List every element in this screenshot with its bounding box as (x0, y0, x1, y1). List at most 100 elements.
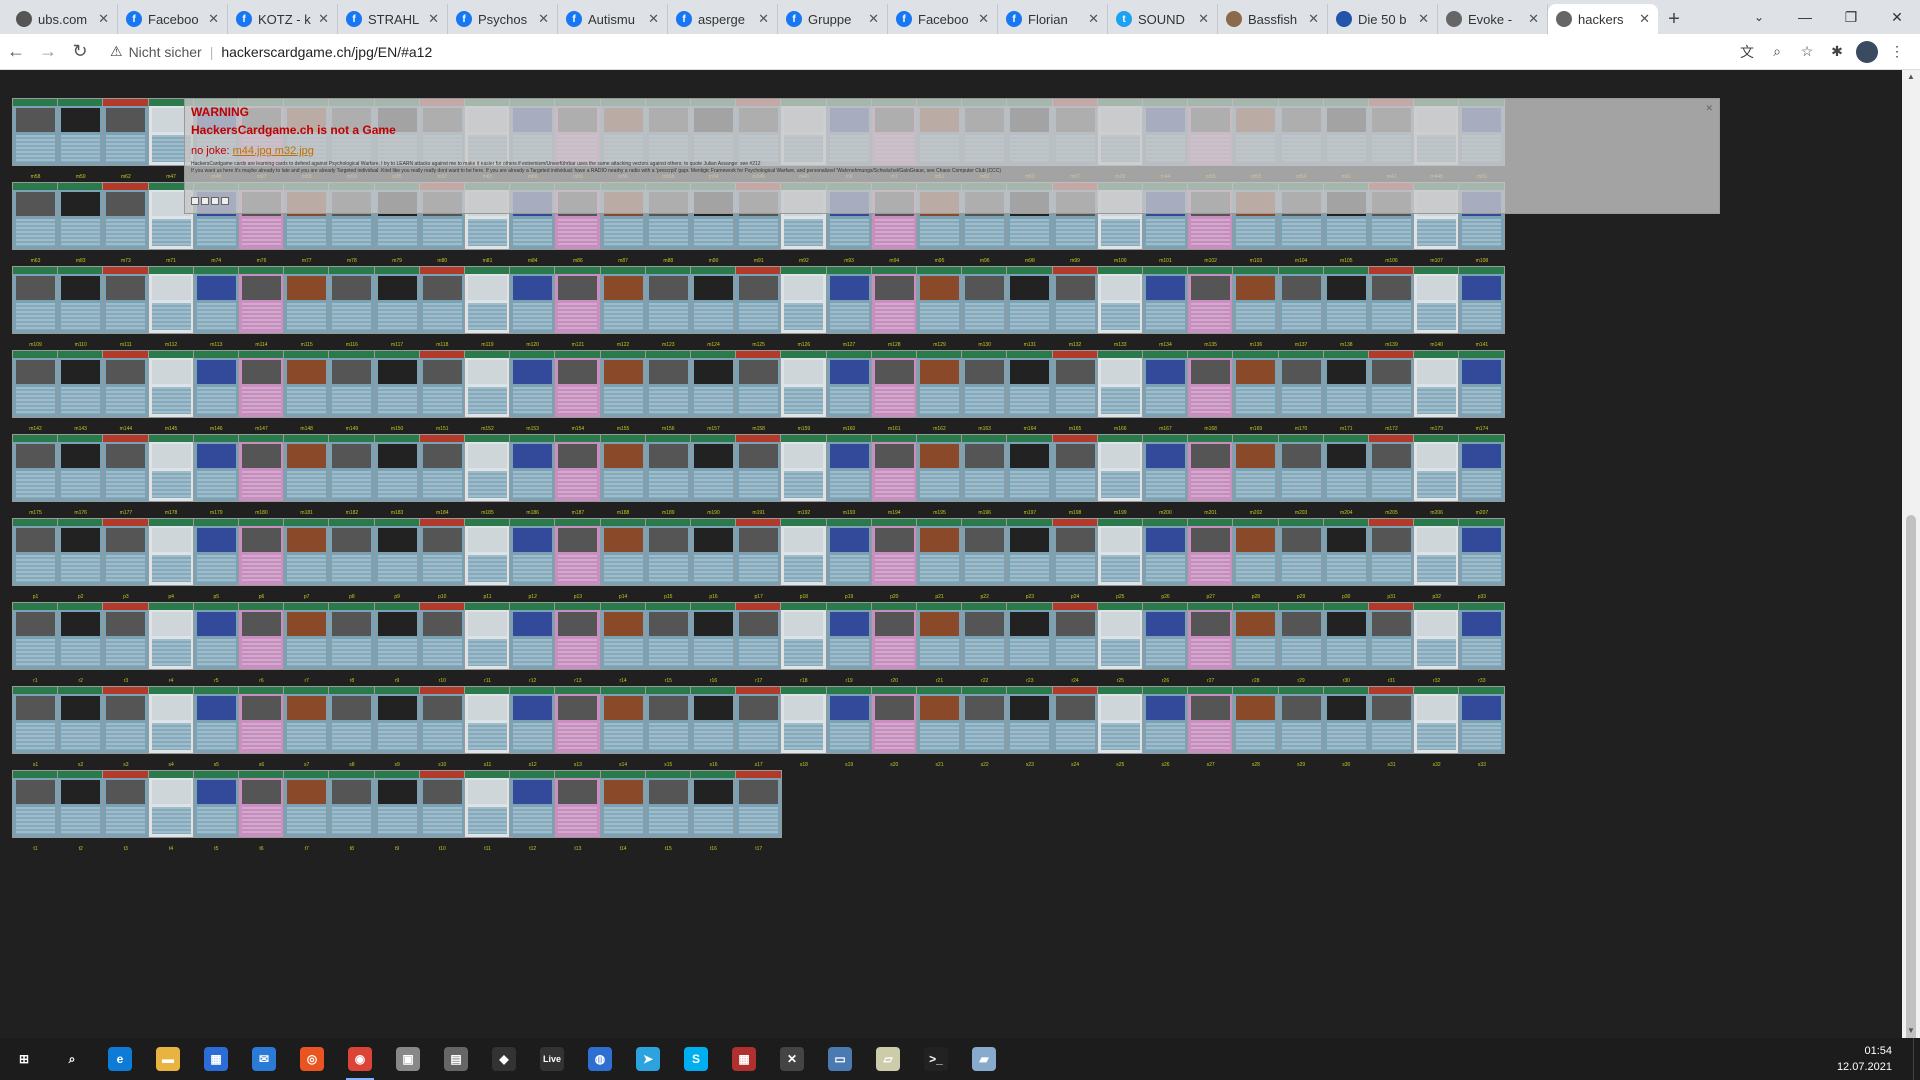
card-label[interactable]: p5 (193, 593, 240, 601)
close-tab-icon[interactable]: ✕ (648, 11, 659, 27)
card-label[interactable]: m188 (600, 509, 647, 517)
show-desktop-button[interactable] (1913, 1038, 1920, 1080)
card-thumbnail[interactable] (238, 602, 285, 670)
scroll-down-icon[interactable]: ▼ (1902, 1024, 1920, 1038)
card-label[interactable]: m191 (735, 509, 782, 517)
card-thumbnail[interactable] (464, 686, 511, 754)
card-thumbnail[interactable] (644, 602, 692, 670)
card-label[interactable]: r33 (1458, 677, 1505, 685)
taskbar-item[interactable]: ▰ (960, 1038, 1008, 1080)
card-thumbnail[interactable] (644, 518, 692, 586)
card-label[interactable]: s10 (419, 761, 466, 769)
card-thumbnail[interactable] (870, 686, 918, 754)
card-label[interactable]: m199 (1097, 509, 1144, 517)
card-label[interactable]: m106 (1368, 257, 1415, 265)
card-thumbnail[interactable] (554, 350, 602, 418)
card-thumbnail[interactable] (238, 686, 285, 754)
card-label[interactable]: r25 (1097, 677, 1144, 685)
card-thumbnail[interactable] (1322, 518, 1370, 586)
card-label[interactable]: t3 (102, 845, 149, 853)
card-thumbnail[interactable] (1277, 266, 1325, 334)
card-label[interactable]: m62 (102, 173, 149, 181)
card-thumbnail[interactable] (1322, 350, 1370, 418)
card-label[interactable]: m189 (645, 509, 692, 517)
url-text[interactable]: hackerscardgame.ch/jpg/EN/#a12 (221, 44, 432, 60)
card-label[interactable]: m175 (12, 509, 59, 517)
card-label[interactable]: m194 (871, 509, 918, 517)
card-label[interactable]: r19 (826, 677, 873, 685)
card-label[interactable]: m74 (193, 257, 240, 265)
card-label[interactable]: m58 (12, 173, 59, 181)
card-label[interactable]: m88 (645, 257, 692, 265)
taskbar-item[interactable]: ▭ (816, 1038, 864, 1080)
browser-tab[interactable]: f Florian ✕ (998, 4, 1108, 34)
card-label[interactable]: m168 (1187, 425, 1234, 433)
card-thumbnail[interactable] (12, 434, 59, 502)
browser-tab[interactable]: f Autismu ✕ (558, 4, 668, 34)
card-label[interactable]: p14 (600, 593, 647, 601)
card-label[interactable]: r32 (1413, 677, 1460, 685)
card-label[interactable]: p16 (690, 593, 737, 601)
card-label[interactable]: m119 (464, 341, 511, 349)
card-label[interactable]: s33 (1458, 761, 1505, 769)
card-thumbnail[interactable] (1142, 350, 1189, 418)
card-thumbnail[interactable] (147, 602, 195, 670)
card-thumbnail[interactable] (599, 518, 647, 586)
card-thumbnail[interactable] (373, 770, 421, 838)
card-label[interactable]: r2 (57, 677, 104, 685)
card-thumbnail[interactable] (1368, 350, 1415, 418)
card-thumbnail[interactable] (283, 518, 331, 586)
card-thumbnail[interactable] (1006, 518, 1054, 586)
card-label[interactable]: t4 (148, 845, 195, 853)
card-thumbnail[interactable] (509, 686, 557, 754)
card-thumbnail[interactable] (870, 602, 918, 670)
card-label[interactable]: s24 (1052, 761, 1099, 769)
card-label[interactable]: r15 (645, 677, 692, 685)
taskbar-item[interactable]: ▦ (192, 1038, 240, 1080)
card-thumbnail[interactable] (690, 686, 737, 754)
card-label[interactable]: m128 (871, 341, 918, 349)
taskbar-item[interactable]: ✉ (240, 1038, 288, 1080)
card-thumbnail[interactable] (1458, 434, 1506, 502)
card-label[interactable]: p31 (1368, 593, 1415, 601)
card-label[interactable]: m92 (780, 257, 827, 265)
card-thumbnail[interactable] (509, 350, 557, 418)
close-tab-icon[interactable]: ✕ (1639, 11, 1650, 27)
card-label[interactable]: m109 (12, 341, 59, 349)
card-thumbnail[interactable] (599, 686, 647, 754)
card-thumbnail[interactable] (102, 98, 150, 166)
card-label[interactable]: s29 (1278, 761, 1325, 769)
card-thumbnail[interactable] (1413, 350, 1461, 418)
card-thumbnail[interactable] (554, 518, 602, 586)
card-thumbnail[interactable] (1277, 434, 1325, 502)
card-label[interactable]: m84 (509, 257, 556, 265)
card-thumbnail[interactable] (57, 770, 105, 838)
card-label[interactable]: p8 (328, 593, 375, 601)
card-label[interactable]: p22 (961, 593, 1008, 601)
card-label[interactable]: m200 (1142, 509, 1189, 517)
card-thumbnail[interactable] (1006, 602, 1054, 670)
card-thumbnail[interactable] (1096, 350, 1144, 418)
card-thumbnail[interactable] (1096, 518, 1144, 586)
card-label[interactable]: r6 (238, 677, 285, 685)
card-label[interactable]: m114 (238, 341, 285, 349)
card-thumbnail[interactable] (644, 266, 692, 334)
card-label[interactable]: m186 (509, 509, 556, 517)
pager-dot[interactable] (191, 197, 199, 205)
card-thumbnail[interactable] (418, 770, 466, 838)
card-thumbnail[interactable] (1187, 266, 1235, 334)
card-label[interactable]: m116 (328, 341, 375, 349)
card-thumbnail[interactable] (1368, 518, 1415, 586)
card-label[interactable]: p25 (1097, 593, 1144, 601)
card-thumbnail[interactable] (916, 686, 963, 754)
card-thumbnail[interactable] (12, 98, 59, 166)
card-thumbnail[interactable] (12, 602, 59, 670)
card-label[interactable]: r14 (600, 677, 647, 685)
close-tab-icon[interactable]: ✕ (428, 11, 439, 27)
card-thumbnail[interactable] (1006, 266, 1054, 334)
card-label[interactable]: r9 (374, 677, 421, 685)
card-thumbnail[interactable] (961, 518, 1009, 586)
browser-tab[interactable]: f Psychos ✕ (448, 4, 558, 34)
card-thumbnail[interactable] (690, 602, 737, 670)
card-thumbnail[interactable] (328, 266, 376, 334)
